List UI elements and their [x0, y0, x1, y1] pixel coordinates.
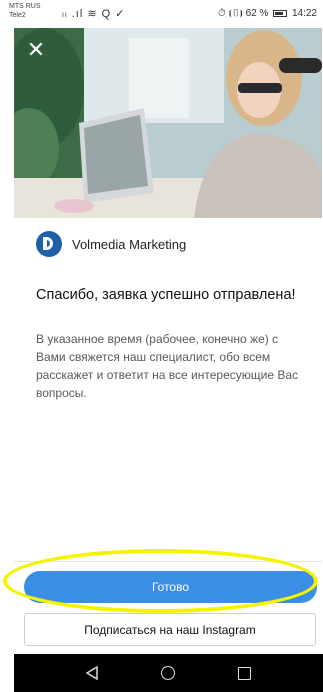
woman-laptop-photo-icon [14, 28, 322, 218]
hero-image: ✕ [14, 28, 322, 218]
volmedia-logo-icon [36, 231, 62, 257]
brand-name: Volmedia Marketing [72, 236, 187, 252]
carrier-info: MTS RUS Tele2 [9, 2, 41, 20]
navigation-bar [14, 654, 323, 692]
recents-button[interactable] [235, 663, 255, 683]
carrier-primary: MTS RUS [9, 3, 41, 10]
close-icon[interactable]: ✕ [26, 39, 46, 61]
home-button[interactable] [158, 663, 178, 683]
instagram-subscribe-button[interactable]: Подписаться на наш Instagram [24, 613, 316, 646]
system-indicators: ⏱ ⦗▯⦘ 62 % [217, 8, 269, 19]
back-button[interactable] [82, 663, 102, 683]
status-bar: MTS RUS Tele2 ₗₗ .ıl ≋ Q ✓ ⏱ ⦗▯⦘ 62 % 14… [0, 0, 323, 28]
back-icon [86, 666, 98, 680]
signal-icons: ₗₗ .ıl ≋ Q ✓ [62, 8, 126, 20]
done-button[interactable]: Готово [24, 571, 317, 603]
success-title: Спасибо, заявка успешно отправлена! [36, 287, 296, 303]
home-icon [161, 666, 176, 680]
carrier-secondary: Tele2 [9, 12, 26, 19]
divider [14, 561, 322, 562]
clock: 14:22 [291, 8, 317, 19]
recents-icon [238, 666, 252, 680]
status-right: ⏱ ⦗▯⦘ 62 % 14:22 [218, 8, 317, 19]
battery-icon [273, 10, 288, 17]
success-body: В указанное время (рабочее, конечно же) … [36, 332, 299, 400]
brand: Volmedia Marketing [36, 231, 186, 257]
